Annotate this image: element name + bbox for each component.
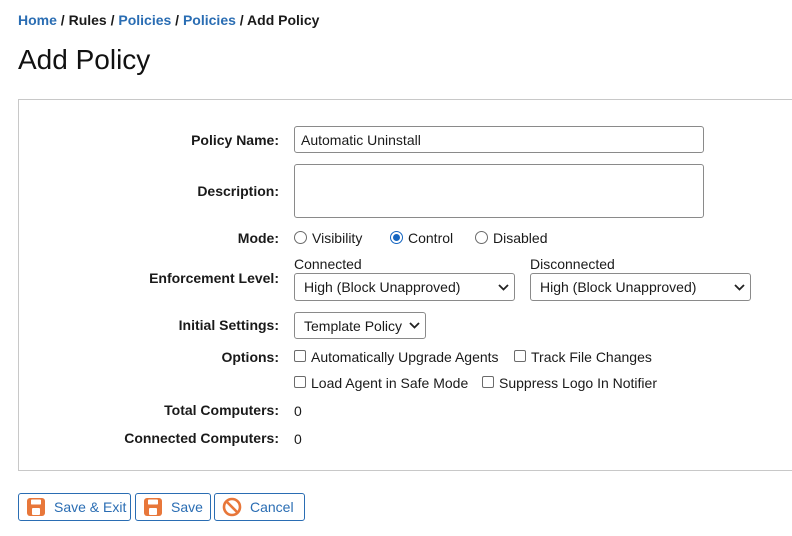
chevron-down-icon — [728, 283, 750, 291]
mode-visibility-label[interactable]: Visibility — [312, 230, 362, 246]
save-button[interactable]: Save — [135, 493, 211, 521]
disconnected-heading: Disconnected — [530, 256, 615, 272]
cancel-label: Cancel — [250, 499, 294, 515]
breadcrumb-policies-link[interactable]: Policies — [118, 12, 171, 28]
save-label: Save — [171, 499, 203, 515]
track-file-changes-label[interactable]: Track File Changes — [531, 349, 652, 365]
description-label: Description: — [197, 183, 279, 199]
breadcrumb-current: Add Policy — [247, 12, 320, 28]
disconnected-enforcement-value: High (Block Unapproved) — [540, 279, 697, 295]
cancel-icon — [222, 497, 242, 517]
track-file-changes-checkbox[interactable] — [514, 350, 526, 362]
options-label: Options: — [221, 349, 279, 365]
chevron-down-icon — [403, 322, 425, 329]
breadcrumb: Home / Rules / Policies / Policies / Add… — [18, 12, 319, 28]
save-icon — [26, 497, 46, 517]
breadcrumb-separator: / — [106, 12, 119, 28]
breadcrumb-rules: Rules — [68, 12, 107, 28]
connected-enforcement-value: High (Block Unapproved) — [304, 279, 461, 295]
mode-control-radio[interactable] — [390, 231, 403, 244]
breadcrumb-separator: / — [235, 12, 248, 28]
policy-name-label: Policy Name: — [191, 132, 279, 148]
mode-control-label[interactable]: Control — [408, 230, 453, 246]
auto-upgrade-agents-checkbox[interactable] — [294, 350, 306, 362]
connected-enforcement-select[interactable]: High (Block Unapproved) — [294, 273, 515, 301]
mode-label: Mode: — [237, 230, 279, 246]
enforcement-level-label: Enforcement Level: — [149, 270, 279, 286]
save-icon — [143, 497, 163, 517]
breadcrumb-policies-link-2[interactable]: Policies — [183, 12, 236, 28]
page-title: Add Policy — [18, 44, 151, 75]
total-computers-label: Total Computers: — [164, 402, 279, 418]
connected-computers-label: Connected Computers: — [124, 430, 279, 446]
initial-settings-value: Template Policy — [304, 317, 403, 334]
safe-mode-checkbox[interactable] — [294, 376, 306, 388]
auto-upgrade-agents-label[interactable]: Automatically Upgrade Agents — [311, 349, 499, 365]
total-computers-value: 0 — [294, 403, 302, 419]
description-textarea[interactable] — [294, 164, 704, 218]
breadcrumb-separator: / — [171, 12, 183, 28]
cancel-button[interactable]: Cancel — [214, 493, 305, 521]
save-exit-label: Save & Exit — [54, 499, 127, 515]
initial-settings-select[interactable]: Template Policy — [294, 312, 426, 339]
suppress-logo-label[interactable]: Suppress Logo In Notifier — [499, 375, 657, 391]
policy-name-input[interactable] — [294, 126, 704, 153]
mode-disabled-radio[interactable] — [475, 231, 488, 244]
breadcrumb-separator: / — [56, 12, 69, 28]
disconnected-enforcement-select[interactable]: High (Block Unapproved) — [530, 273, 751, 301]
suppress-logo-checkbox[interactable] — [482, 376, 494, 388]
save-exit-button[interactable]: Save & Exit — [18, 493, 131, 521]
chevron-down-icon — [492, 283, 514, 291]
mode-visibility-radio[interactable] — [294, 231, 307, 244]
mode-disabled-label[interactable]: Disabled — [493, 230, 547, 246]
breadcrumb-home-link[interactable]: Home — [18, 12, 57, 28]
safe-mode-label[interactable]: Load Agent in Safe Mode — [311, 375, 468, 391]
connected-heading: Connected — [294, 256, 362, 272]
connected-computers-value: 0 — [294, 431, 302, 447]
initial-settings-label: Initial Settings: — [178, 317, 279, 333]
